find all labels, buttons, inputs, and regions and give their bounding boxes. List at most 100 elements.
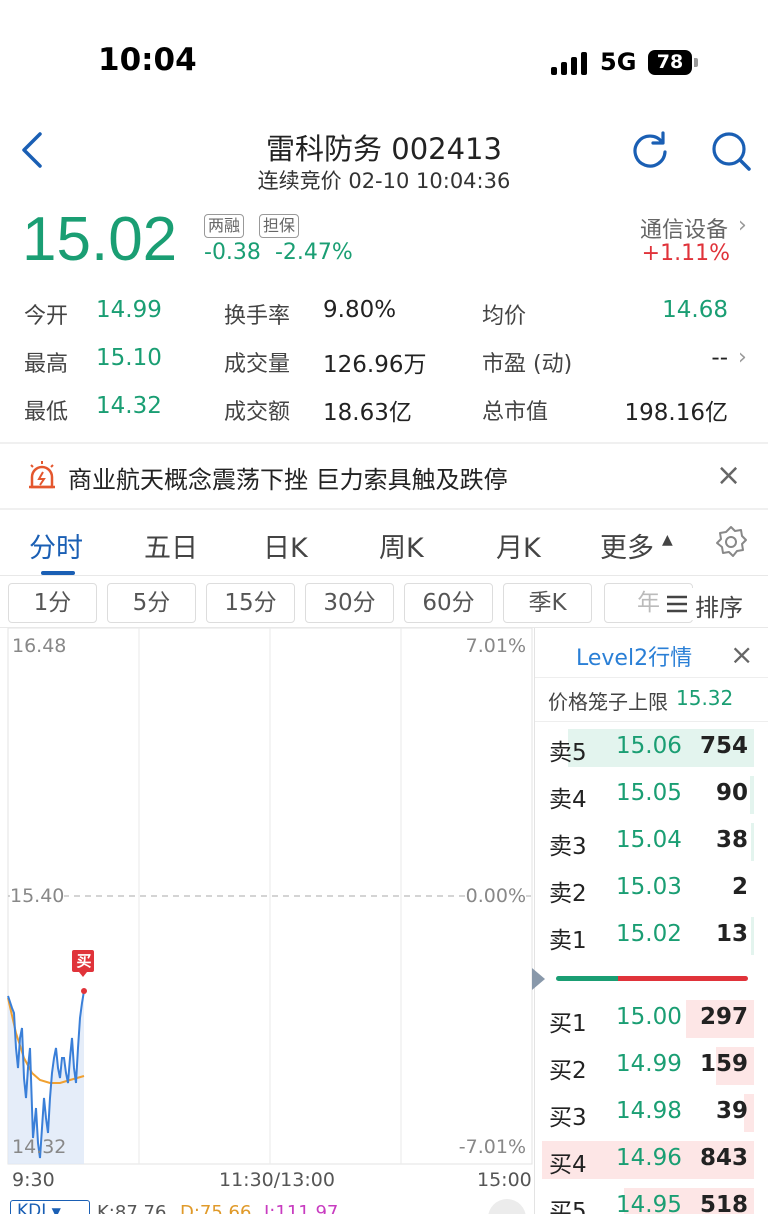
bid-label: 买3: [549, 1105, 587, 1131]
price-change: -0.38 -2.47%: [204, 240, 353, 265]
low-label: 最低: [24, 400, 69, 425]
ask-price: 15.06: [616, 733, 682, 759]
indicator-selector[interactable]: KDJ ▼: [10, 1200, 90, 1214]
divider: [0, 575, 768, 576]
network-type: 5G: [600, 48, 637, 76]
price-limit-value: 15.32: [676, 686, 734, 710]
ask-volume-bar: [751, 917, 754, 955]
amount-value: 18.63亿: [323, 400, 412, 426]
bid-volume: 843: [699, 1145, 748, 1171]
search-icon[interactable]: [710, 130, 752, 172]
ask-label: 卖5: [549, 740, 587, 766]
battery-icon: 78: [648, 50, 692, 75]
close-icon[interactable]: ×: [730, 638, 753, 671]
ask-row[interactable]: 卖4 15.05 90: [542, 774, 754, 816]
ask-volume: 754: [699, 733, 748, 759]
period-1min[interactable]: 1分: [8, 583, 97, 623]
chevron-right-icon[interactable]: ›: [738, 213, 747, 238]
sector-name[interactable]: 通信设备: [640, 212, 728, 244]
period-5min[interactable]: 5分: [107, 583, 196, 623]
ask-volume-bar: [751, 823, 754, 861]
ask-row[interactable]: 卖3 15.04 38: [542, 821, 754, 863]
indicator-d: D:75.66: [180, 1202, 252, 1214]
divider: [0, 508, 768, 510]
mktcap-value: 198.16亿: [624, 400, 728, 426]
ask-label: 卖2: [549, 881, 587, 907]
high-value: 15.10: [96, 345, 162, 371]
bid-ratio-bar: [618, 976, 748, 981]
tab-weekly-k[interactable]: 周K: [379, 526, 424, 565]
collateral-tag: 担保: [259, 214, 300, 238]
tab-monthly-k[interactable]: 月K: [496, 526, 541, 565]
y-axis-bottom: 14.32: [12, 1136, 67, 1158]
news-headline[interactable]: 商业航天概念震荡下挫 巨力索具触及跌停: [68, 460, 508, 495]
period-quarter-k[interactable]: 季K: [503, 583, 592, 623]
bid-row[interactable]: 买2 14.99 159: [542, 1045, 754, 1087]
bid-row[interactable]: 买4 14.96 843: [542, 1139, 754, 1181]
status-time: 10:04: [98, 42, 197, 78]
intraday-chart[interactable]: [0, 628, 534, 1168]
period-60min[interactable]: 60分: [404, 583, 493, 623]
chevron-right-icon[interactable]: ›: [738, 345, 747, 370]
volume-label: 成交量: [224, 352, 291, 377]
bid-label: 买2: [549, 1058, 587, 1084]
close-icon[interactable]: ×: [716, 458, 741, 493]
high-label: 最高: [24, 352, 69, 377]
avg-label: 均价: [482, 304, 527, 329]
change-value: -0.38: [204, 240, 261, 265]
caret-down-icon: ▼: [51, 1205, 61, 1214]
indicator-j: J:111.97: [264, 1202, 339, 1214]
price-limit-label: 价格笼子上限: [548, 690, 668, 714]
indicator-name: KDJ: [17, 1201, 47, 1214]
change-percent: -2.47%: [274, 240, 353, 265]
avg-value: 14.68: [662, 297, 728, 323]
alarm-icon: [29, 461, 55, 489]
gear-icon[interactable]: [714, 525, 748, 559]
tab-more[interactable]: 更多: [600, 526, 654, 565]
ask-price: 15.02: [616, 921, 682, 947]
ask-row[interactable]: 卖1 15.02 13: [542, 915, 754, 957]
ask-volume-bar: [750, 776, 754, 814]
ask-row[interactable]: 卖5 15.06 754: [542, 727, 754, 769]
sector-change: +1.11%: [641, 241, 730, 266]
y-axis-mid: 15.40: [10, 885, 65, 907]
divider: [0, 442, 768, 444]
ask-price: 15.03: [616, 874, 682, 900]
period-30min[interactable]: 30分: [305, 583, 394, 623]
bid-row[interactable]: 买1 15.00 297: [542, 998, 754, 1040]
pct-axis-bottom: -7.01%: [458, 1136, 526, 1158]
mktcap-label: 总市值: [482, 400, 549, 425]
bid-label: 买4: [549, 1152, 587, 1178]
ask-volume: 90: [715, 780, 748, 806]
tab-five-day[interactable]: 五日: [144, 526, 198, 565]
ask-label: 卖4: [549, 787, 587, 813]
ask-ratio-bar: [556, 976, 618, 981]
bid-price: 15.00: [616, 1004, 682, 1030]
tab-daily-k[interactable]: 日K: [263, 526, 308, 565]
bid-price: 14.96: [616, 1145, 682, 1171]
menu-icon[interactable]: [666, 595, 688, 613]
switch-icon[interactable]: [488, 1199, 526, 1214]
bid-row[interactable]: 买3 14.98 39: [542, 1092, 754, 1134]
bid-row[interactable]: 买5 14.95 518: [542, 1186, 754, 1214]
level2-title[interactable]: Level2行情: [576, 640, 692, 672]
caret-up-icon[interactable]: ▲: [662, 532, 673, 548]
tab-intraday[interactable]: 分时: [29, 526, 83, 565]
bid-price: 14.95: [616, 1192, 682, 1214]
bid-volume: 159: [699, 1051, 748, 1077]
refresh-icon[interactable]: [630, 130, 670, 170]
buy-marker-label: 买: [76, 952, 92, 970]
ask-row[interactable]: 卖2 15.03 2: [542, 868, 754, 910]
amount-label: 成交额: [224, 400, 291, 425]
pct-axis-top: 7.01%: [465, 635, 526, 657]
period-15min[interactable]: 15分: [206, 583, 295, 623]
bid-label: 买5: [549, 1199, 587, 1214]
pct-axis-mid: 0.00%: [465, 885, 526, 907]
expand-arrow-icon[interactable]: [532, 968, 545, 990]
bid-volume: 39: [715, 1098, 748, 1124]
ask-label: 卖3: [549, 834, 587, 860]
ask-price: 15.05: [616, 780, 682, 806]
bid-volume: 518: [699, 1192, 748, 1214]
pe-value: --: [711, 345, 728, 371]
open-value: 14.99: [96, 297, 162, 323]
